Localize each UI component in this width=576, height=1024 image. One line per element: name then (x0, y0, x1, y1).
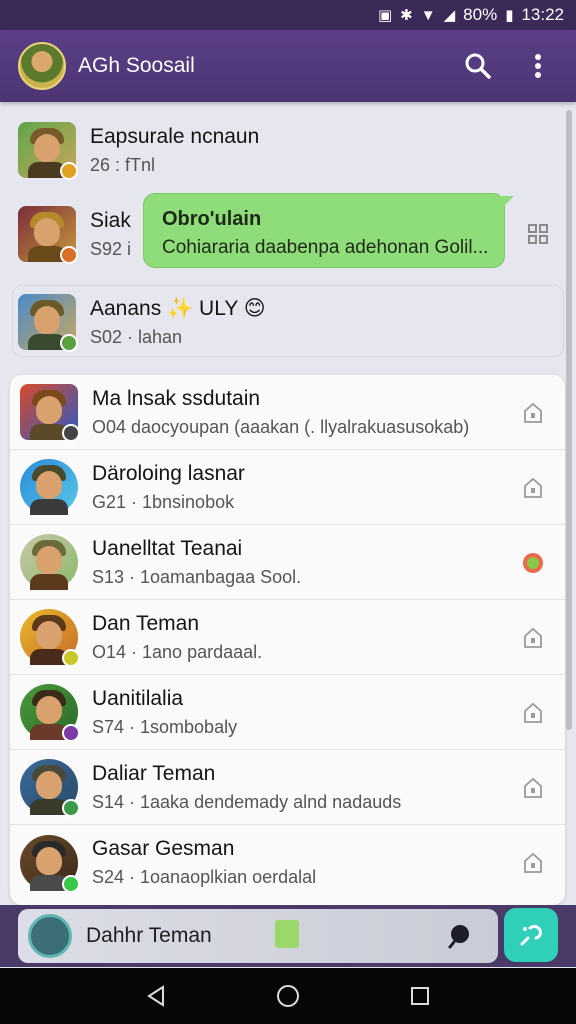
system-nav-bar (0, 968, 576, 1024)
list-item[interactable]: Gasar Gesman S24 · 1oanaoplkian oerdalal (10, 825, 565, 900)
notes-icon[interactable] (275, 920, 299, 948)
recents-button[interactable] (400, 976, 440, 1016)
app-title: AGh Soosail (78, 54, 195, 77)
home-button[interactable] (268, 976, 308, 1016)
avatar (18, 206, 78, 264)
vibrate-icon: ✱ (400, 7, 413, 24)
recents-icon (411, 987, 429, 1005)
avatar (18, 294, 78, 352)
status-bar: ▣ ✱ ▼ ◢ 80% ▮ 13:22 (0, 0, 576, 30)
chat-row[interactable]: Siak S92 i (18, 206, 132, 264)
list-item[interactable]: Däroloing lasnar G21 · 1bnsinobok (10, 450, 565, 525)
list-item[interactable]: Ma lnsak ssdutain O04 daocyoupan (aaakan… (10, 375, 565, 450)
avatar (20, 609, 80, 667)
chat-row[interactable]: Aanans ✨ ULY 😊 S02 · lahan (18, 294, 266, 352)
chat-name: Eapsurale ncnaun (90, 124, 260, 148)
home-icon (277, 985, 299, 1007)
clock: 13:22 (521, 5, 564, 24)
contact-name: Uanelltat Teanai (92, 536, 243, 560)
back-button[interactable] (136, 976, 176, 1016)
bubble-text: Cohiararia daabenpa adehonan Golil... (162, 237, 489, 258)
chat-search-icon[interactable] (446, 922, 474, 950)
avatar (20, 459, 78, 515)
avatar (18, 122, 78, 180)
app-bar: AGh Soosail (0, 30, 576, 102)
battery-icon: ▮ (505, 7, 514, 24)
contact-name: Ma lnsak ssdutain (92, 386, 261, 410)
current-user-pill[interactable]: Dahhr Teman (18, 909, 498, 963)
contact-subtitle: S74 · 1sombobaly (92, 716, 238, 737)
back-icon (147, 985, 164, 1007)
chat-row[interactable]: Eapsurale ncnaun 26 : fTnl (18, 122, 260, 180)
chat-subtitle: 26 : fTnl (90, 154, 156, 175)
lock-icon[interactable] (521, 701, 545, 725)
search-icon (465, 53, 491, 79)
message-bubble[interactable]: Obro'ulain Cohiararia daabenpa adehonan … (143, 193, 514, 268)
battery-text: 80% (463, 5, 498, 24)
scrollbar[interactable] (566, 110, 572, 730)
list-item[interactable]: Dan Teman O14 · 1ano pardaaal. (10, 600, 565, 675)
profile-avatar[interactable] (18, 42, 66, 90)
current-user-label: Dahhr Teman (86, 924, 212, 947)
contact-name: Däroloing lasnar (92, 461, 245, 485)
contact-name: Uanitilalia (92, 686, 184, 710)
lock-icon[interactable] (521, 626, 545, 650)
list-item[interactable]: Uanitilalia S74 · 1sombobaly (10, 675, 565, 750)
contact-subtitle: S14 · 1aaka dendemady alnd nadauds (92, 791, 402, 812)
contact-name: Dan Teman (92, 611, 200, 635)
lock-icon[interactable] (521, 776, 545, 800)
contact-name: Daliar Teman (92, 761, 216, 785)
contact-list: Ma lnsak ssdutain O04 daocyoupan (aaakan… (10, 375, 565, 905)
chat-name: Aanans ✨ ULY 😊 (90, 297, 266, 320)
nfc-icon: ▣ (377, 7, 393, 24)
list-item[interactable]: Daliar Teman S14 · 1aaka dendemady alnd … (10, 750, 565, 825)
chat-subtitle: S92 i (90, 238, 132, 259)
contact-subtitle: S24 · 1oanaoplkian oerdalal (92, 867, 317, 887)
list-item[interactable]: Uanelltat Teanai S13 · 1oamanbagaa Sool. (10, 525, 565, 600)
avatar (20, 384, 80, 442)
more-vert-icon (535, 54, 541, 78)
bubble-title: Obro'ulain (162, 208, 262, 230)
grid-icon[interactable] (526, 222, 550, 246)
contact-subtitle: S13 · 1oamanbagaa Sool. (92, 566, 302, 587)
signal-icon: ◢ (443, 7, 456, 24)
lock-icon[interactable] (521, 851, 545, 875)
emoji-badge-icon[interactable] (521, 551, 545, 575)
compose-icon (520, 924, 542, 946)
chat-name: Siak (90, 208, 131, 232)
chat-subtitle: S02 · lahan (90, 327, 183, 347)
user-avatar (28, 914, 72, 958)
avatar (20, 534, 78, 590)
contact-subtitle: O14 · 1ano pardaaal. (92, 641, 263, 662)
avatar (20, 759, 80, 817)
avatar (20, 684, 80, 742)
contact-subtitle: G21 · 1bnsinobok (92, 491, 235, 512)
avatar (20, 834, 80, 893)
contact-name: Gasar Gesman (92, 837, 235, 860)
lock-icon[interactable] (521, 476, 545, 500)
contact-subtitle: O04 daocyoupan (aaakan (. llyalrakuasuso… (92, 416, 470, 437)
lock-icon[interactable] (521, 401, 545, 425)
more-options-button[interactable] (518, 46, 558, 86)
wifi-icon: ▼ (420, 6, 436, 24)
new-chat-button[interactable] (504, 908, 558, 962)
search-button[interactable] (458, 46, 498, 86)
